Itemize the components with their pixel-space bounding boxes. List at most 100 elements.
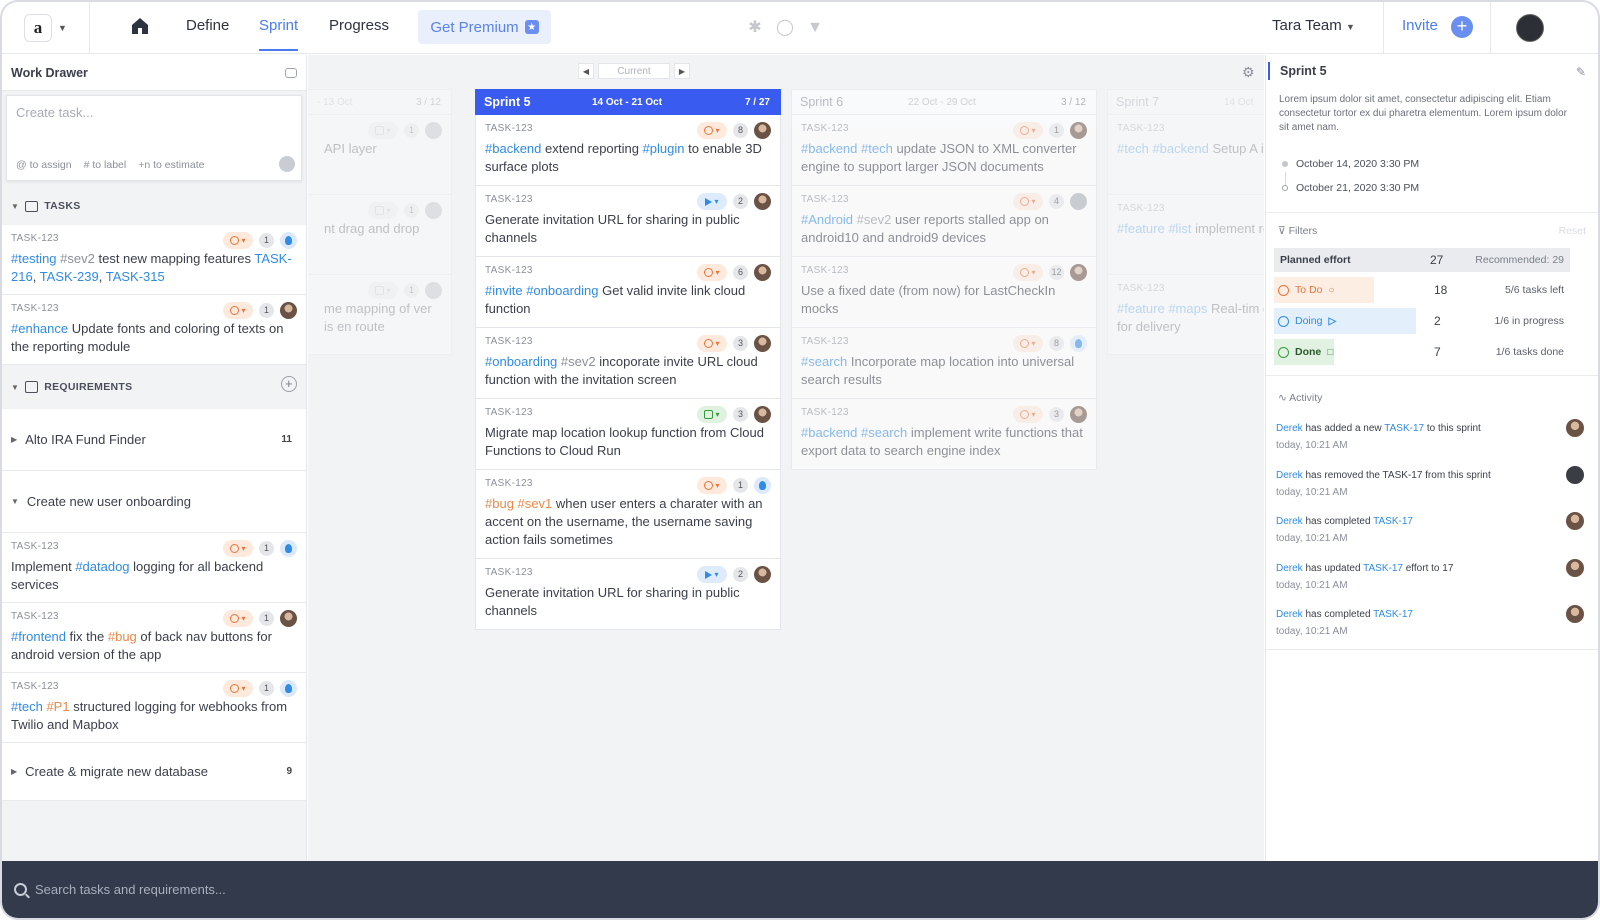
user-avatar[interactable] xyxy=(1516,14,1544,42)
assignee-avatar[interactable] xyxy=(1070,193,1087,210)
task-tag[interactable]: #tech xyxy=(861,141,893,156)
task-tag[interactable]: #tech xyxy=(1117,141,1149,156)
task-card[interactable]: TASK-123 ▾ 1 Implement #datadog logging for… xyxy=(2,533,306,603)
status-picker[interactable]: ▾ xyxy=(1013,122,1043,139)
assignee-avatar[interactable] xyxy=(1070,406,1087,423)
task-card[interactable]: TASK-123 ▾ 3 #backend #search implement wri… xyxy=(791,399,1097,470)
task-tag[interactable]: #list xyxy=(1168,221,1191,236)
requirement-item[interactable]: ▶ Alto IRA Fund Finder 11 xyxy=(2,409,306,471)
status-picker[interactable]: ▾ xyxy=(697,264,727,281)
tab-sprint[interactable]: Sprint xyxy=(259,17,299,51)
current-sprint-button[interactable]: Current xyxy=(598,63,670,79)
github-icon[interactable]: ◯ xyxy=(776,19,794,37)
status-picker[interactable]: ▾ xyxy=(697,477,727,494)
status-picker[interactable]: ▾ xyxy=(223,302,253,319)
activity-task-link[interactable]: TASK-17 xyxy=(1363,563,1403,574)
activity-task-link[interactable]: TASK-17 xyxy=(1373,516,1413,527)
effort-count[interactable]: 1 xyxy=(404,123,419,138)
effort-count[interactable]: 12 xyxy=(1049,265,1064,280)
assignee-avatar[interactable] xyxy=(1070,122,1087,139)
status-picker[interactable]: ▾ xyxy=(223,680,253,697)
task-card[interactable]: TASK-123 ▾ 2 Generate invitation URL for sh… xyxy=(475,186,781,257)
task-tag[interactable]: #search xyxy=(801,354,847,369)
assignee-avatar[interactable] xyxy=(1070,335,1087,352)
requirement-item[interactable]: ▶ Create & migrate new database 9 xyxy=(2,743,306,801)
assignee-avatar[interactable] xyxy=(280,540,297,557)
task-card[interactable]: ▾ 1 API layer xyxy=(308,115,452,195)
effort-count[interactable]: 1 xyxy=(733,478,748,493)
status-picker[interactable]: ▾ xyxy=(1013,193,1043,210)
effort-count[interactable]: 3 xyxy=(733,336,748,351)
team-switcher[interactable]: Tara Team ▼ xyxy=(1272,17,1355,34)
assignee-avatar[interactable] xyxy=(280,680,297,697)
assignee-avatar[interactable] xyxy=(754,122,771,139)
status-picker[interactable]: ▾ xyxy=(223,540,253,557)
task-card[interactable]: TASK-123 ▾ 3 Migrate map location lookup fu… xyxy=(475,399,781,470)
effort-count[interactable]: 1 xyxy=(404,283,419,298)
effort-count[interactable]: 8 xyxy=(1049,336,1064,351)
assignee-avatar[interactable] xyxy=(754,193,771,210)
status-filter-row[interactable]: To Do ○ 18 5/6 tasks left xyxy=(1274,277,1570,303)
status-picker[interactable]: ▾ xyxy=(697,406,727,423)
assignee-avatar[interactable] xyxy=(754,406,771,423)
task-card[interactable]: ▾ 1 me mapping of ver is en route xyxy=(308,275,452,355)
requirements-section-header[interactable]: ▼ REQUIREMENTS + xyxy=(2,365,306,409)
assignee-avatar[interactable] xyxy=(754,335,771,352)
task-card[interactable]: TASK-123 ▾ 1 #testing #sev2 test new mappin… xyxy=(2,225,306,295)
requirement-item[interactable]: ▼ Create new user onboarding xyxy=(2,471,306,533)
assignee-avatar[interactable] xyxy=(280,610,297,627)
task-tag[interactable]: #onboarding xyxy=(526,283,598,298)
task-tag[interactable]: #testing xyxy=(11,251,57,266)
effort-count[interactable]: 1 xyxy=(404,203,419,218)
effort-count[interactable]: 8 xyxy=(733,123,748,138)
effort-count[interactable]: 4 xyxy=(1049,194,1064,209)
task-card[interactable]: TASK-123 ▾ 3 #onboarding #sev2 incoporate i… xyxy=(475,328,781,399)
status-filter-row[interactable]: Done □ 7 1/6 tasks done xyxy=(1274,339,1570,365)
home-icon[interactable] xyxy=(130,16,150,36)
gear-icon[interactable]: ⚙ xyxy=(1242,65,1256,79)
effort-count[interactable]: 1 xyxy=(259,541,274,556)
prev-sprint-icon[interactable]: ◀ xyxy=(578,63,594,79)
task-card[interactable]: TASK-123 ▾ 1 #frontend fix the #bug of back… xyxy=(2,603,306,673)
column-header[interactable]: Sprint 7 14 Oct xyxy=(1107,89,1264,115)
task-tag[interactable]: #tech xyxy=(11,699,43,714)
status-picker[interactable]: ▾ xyxy=(697,122,727,139)
task-tag[interactable]: #search xyxy=(861,425,907,440)
effort-count[interactable]: 2 xyxy=(733,194,748,209)
toggle-icon[interactable] xyxy=(285,67,297,78)
task-tag[interactable]: #backend xyxy=(801,141,857,156)
status-picker[interactable]: ▾ xyxy=(368,202,398,219)
task-tag[interactable]: #backend xyxy=(801,425,857,440)
task-card[interactable]: TASK-123 ▾ 4 #Android #sev2 user reports st… xyxy=(791,186,1097,257)
activity-user[interactable]: Derek xyxy=(1276,470,1303,481)
assignee-avatar[interactable] xyxy=(754,566,771,583)
tab-progress[interactable]: Progress xyxy=(329,17,389,34)
task-card[interactable]: TASK-123 ▾ 8 #search Incorporate map locati… xyxy=(791,328,1097,399)
task-card[interactable]: TASK-123 ▾ 1 #bug #sev1 when user enters a … xyxy=(475,470,781,559)
status-picker[interactable]: ▾ xyxy=(368,122,398,139)
assignee-avatar[interactable] xyxy=(754,264,771,281)
status-picker[interactable]: ▾ xyxy=(1013,406,1043,423)
add-icon[interactable]: + xyxy=(1451,16,1473,38)
task-tag[interactable]: #sev2 xyxy=(60,251,95,266)
assignee-avatar[interactable] xyxy=(754,477,771,494)
submit-icon[interactable] xyxy=(279,156,295,172)
task-tag[interactable]: #sev1 xyxy=(518,496,553,511)
gitlab-icon[interactable]: ▼ xyxy=(806,19,824,37)
create-task-input[interactable]: Create task... xyxy=(16,105,93,120)
task-card[interactable]: TASK-123 ▾ 2 Generate invitation URL for sh… xyxy=(475,559,781,630)
task-card[interactable]: TASK-123 ▾ 12 Use a fixed date (from now) f… xyxy=(791,257,1097,328)
status-picker[interactable]: ▾ xyxy=(223,610,253,627)
task-tag[interactable]: #sev2 xyxy=(857,212,892,227)
assignee-avatar[interactable] xyxy=(1070,264,1087,281)
status-picker[interactable]: ▾ xyxy=(697,566,727,583)
activity-task-link[interactable]: TASK-17 xyxy=(1384,423,1424,434)
activity-user[interactable]: Derek xyxy=(1276,423,1303,434)
reset-button[interactable]: Reset xyxy=(1559,225,1586,237)
task-tag[interactable]: #P1 xyxy=(46,699,69,714)
task-tag[interactable]: #plugin xyxy=(643,141,685,156)
activity-user[interactable]: Derek xyxy=(1276,516,1303,527)
column-header[interactable]: Sprint 5 14 Oct - 21 Oct 7 / 27 xyxy=(475,89,781,115)
status-picker[interactable]: ▾ xyxy=(1013,264,1043,281)
slack-icon[interactable]: ✱ xyxy=(746,19,764,37)
